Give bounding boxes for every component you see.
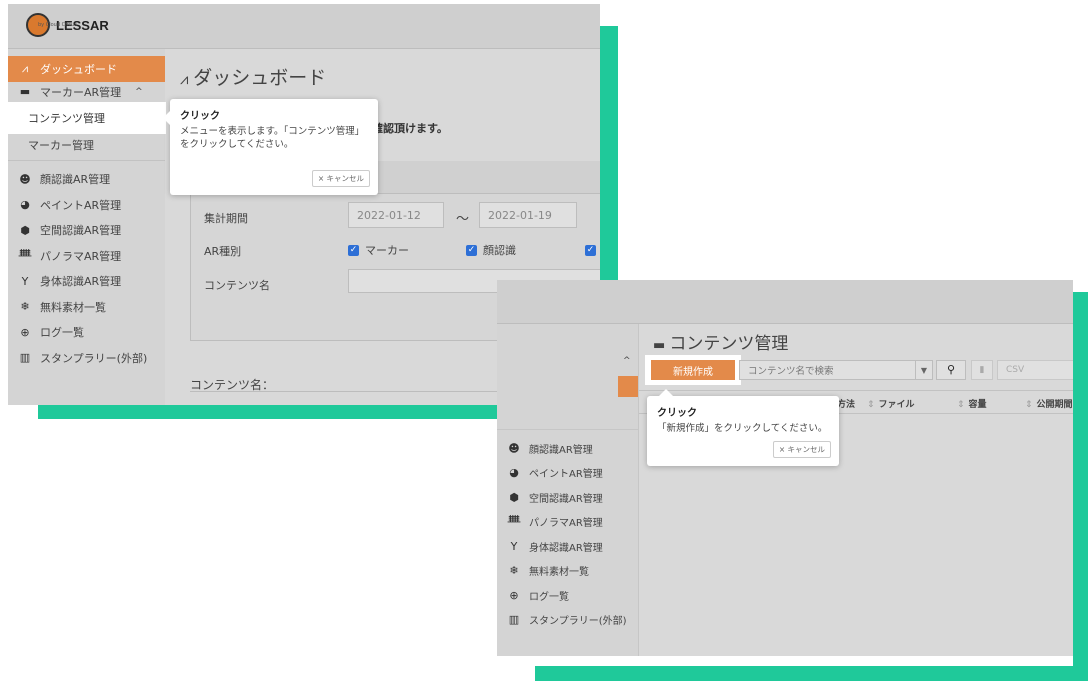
tooltip-new-create: クリック 「新規作成」をクリックしてください。 × キャンセル [647, 389, 839, 466]
tooltip-title: クリック [180, 111, 220, 122]
check-icon: ✓ [585, 244, 596, 256]
sidebar-item-dashboard[interactable]: ⩘ ダッシュボード [8, 56, 165, 82]
sidebar: ⩘ ダッシュボード ▬ マーカーAR管理 ^ コンテンツ管理 マーカー管理 ☻ 顔… [8, 49, 171, 405]
chevron-up-icon: ^ [623, 356, 631, 366]
person-icon: Y [510, 539, 518, 553]
sidebar: ^ ☻ 顔認識AR管理 ◕ ペイントAR管理 ⬢ 空間認識AR管理 ᚙ パノラマAR管理… [497, 324, 639, 656]
cube-icon: ⬢ [20, 223, 30, 237]
check-icon: ✓ [466, 244, 477, 256]
page-title: ▬ コンテンツ管理 [653, 334, 789, 354]
tooltip-cancel-button[interactable]: × キャンセル [772, 441, 831, 458]
ar-type-label: AR種別 [204, 245, 242, 258]
binoculars-icon: ᚙ [507, 515, 521, 529]
sidebar-item-panorama-ar[interactable]: ᚙ パノラマAR管理 [8, 243, 165, 269]
chart-icon: ⩘ [21, 61, 29, 75]
sidebar-item-stamp-rally[interactable]: ▥ スタンプラリー(外部) [8, 345, 165, 371]
archive-icon: ▬ [19, 85, 31, 98]
content-name-label: コンテンツ名 [204, 279, 270, 292]
column-file[interactable]: ⇕ ファイル [867, 397, 915, 410]
page-title: ⩘ ダッシュボード [180, 67, 327, 89]
sidebar-item-stamp-rally[interactable]: ▥ スタンプラリー(外部) [497, 608, 638, 633]
sidebar-item-paint-ar[interactable]: ◕ ペイントAR管理 [497, 461, 638, 486]
sidebar-item-face-ar[interactable]: ☻ 顔認識AR管理 [8, 167, 165, 193]
column-publish-period[interactable]: ⇕ 公開期間 [1025, 397, 1073, 410]
tooltip-content-management: クリック メニューを表示します。「コンテンツ管理」をクリックしてください。 × … [163, 99, 378, 195]
content-management-screenshot: ^ ☻ 顔認識AR管理 ◕ ペイントAR管理 ⬢ 空間認識AR管理 ᚙ パノラマAR管理… [497, 280, 1073, 656]
search-icon: ⊕ [20, 325, 30, 339]
content-main: ▬ コンテンツ管理 新規作成 コンテンツ名で検索 ▼ ⚲ ▮ CSV 録方法 ⇕… [639, 324, 1073, 656]
palette-icon: ◕ [20, 198, 30, 212]
delete-button[interactable]: ▮ [971, 360, 993, 380]
smile-icon: ☻ [19, 172, 31, 186]
date-from-input[interactable]: 2022-01-12 [348, 202, 444, 228]
tooltip-title: クリック [657, 408, 697, 419]
archive-icon: ▬ [653, 338, 670, 353]
sidebar-item-body-ar[interactable]: Y 身体認識AR管理 [497, 534, 638, 559]
sidebar-item-free-materials[interactable]: ❄ 無料素材一覧 [497, 559, 638, 584]
snowflake-icon: ❄ [20, 300, 30, 314]
smile-icon: ☻ [508, 441, 520, 455]
tooltip-body: メニューを表示します。「コンテンツ管理」をクリックしてください。 [180, 126, 365, 150]
snowflake-icon: ❄ [509, 564, 519, 578]
search-button[interactable]: ⚲ [936, 360, 966, 380]
period-label: 集計期間 [204, 212, 248, 225]
sidebar-item-space-ar[interactable]: ⬢ 空間認識AR管理 [8, 218, 165, 244]
date-to-input[interactable]: 2022-01-19 [479, 202, 577, 228]
sort-icon: ⇕ [867, 400, 875, 410]
sidebar-active-partial [618, 376, 638, 397]
sidebar-item-space-ar[interactable]: ⬢ 空間認識AR管理 [497, 485, 638, 510]
chart-icon: ⩘ [180, 70, 194, 88]
tooltip-body: 「新規作成」をクリックしてください。 [657, 423, 828, 434]
palette-icon: ◕ [509, 466, 519, 480]
map-icon: ▥ [508, 613, 520, 627]
person-icon: Y [21, 274, 29, 288]
checkbox-paint[interactable]: ✓ペ [585, 242, 600, 258]
check-icon: ✓ [348, 244, 359, 256]
checkbox-face[interactable]: ✓ 顔認識 [466, 242, 516, 258]
column-size[interactable]: ⇕ 容量 [957, 397, 987, 410]
content-search-input[interactable]: コンテンツ名で検索 [739, 360, 929, 380]
cube-icon: ⬢ [509, 490, 519, 504]
sidebar-item-marker-management[interactable]: マーカー管理 [8, 134, 165, 156]
tooltip-cancel-button[interactable]: × キャンセル [311, 170, 370, 187]
sort-icon: ⇕ [1025, 400, 1033, 410]
top-bar: LESSAR by Cloud Circus [8, 4, 600, 49]
search-icon: ⊕ [509, 588, 519, 602]
new-create-button[interactable]: 新規作成 [651, 360, 735, 380]
sidebar-item-content-management[interactable]: コンテンツ管理 [8, 101, 171, 134]
caret-down-icon: ▼ [920, 366, 928, 375]
checkbox-marker[interactable]: ✓ マーカー [348, 242, 409, 258]
top-bar [497, 280, 1073, 324]
chevron-up-icon: ^ [135, 86, 143, 97]
sort-icon: ⇕ [957, 400, 965, 410]
sidebar-item-logs[interactable]: ⊕ ログ一覧 [8, 320, 165, 346]
binoculars-icon: ᚙ [18, 249, 32, 263]
csv-button[interactable]: CSV [997, 360, 1073, 380]
sidebar-item-paint-ar[interactable]: ◕ ペイントAR管理 [8, 192, 165, 218]
search-icon: ⚲ [946, 363, 956, 376]
sidebar-item-face-ar[interactable]: ☻ 顔認識AR管理 [497, 436, 638, 461]
trash-icon: ▮ [979, 365, 985, 375]
search-dropdown[interactable]: ▼ [915, 360, 933, 380]
sidebar-item-body-ar[interactable]: Y 身体認識AR管理 [8, 269, 165, 295]
sidebar-item-free-materials[interactable]: ❄ 無料素材一覧 [8, 294, 165, 320]
date-separator: 〜 [456, 212, 470, 227]
sidebar-item-logs[interactable]: ⊕ ログ一覧 [497, 583, 638, 608]
map-icon: ▥ [19, 351, 31, 365]
logo-tagline: by Cloud Circus [38, 22, 77, 28]
sidebar-item-marker-ar[interactable]: ▬ マーカーAR管理 ^ [8, 82, 165, 102]
sidebar-item-panorama-ar[interactable]: ᚙ パノラマAR管理 [497, 510, 638, 535]
